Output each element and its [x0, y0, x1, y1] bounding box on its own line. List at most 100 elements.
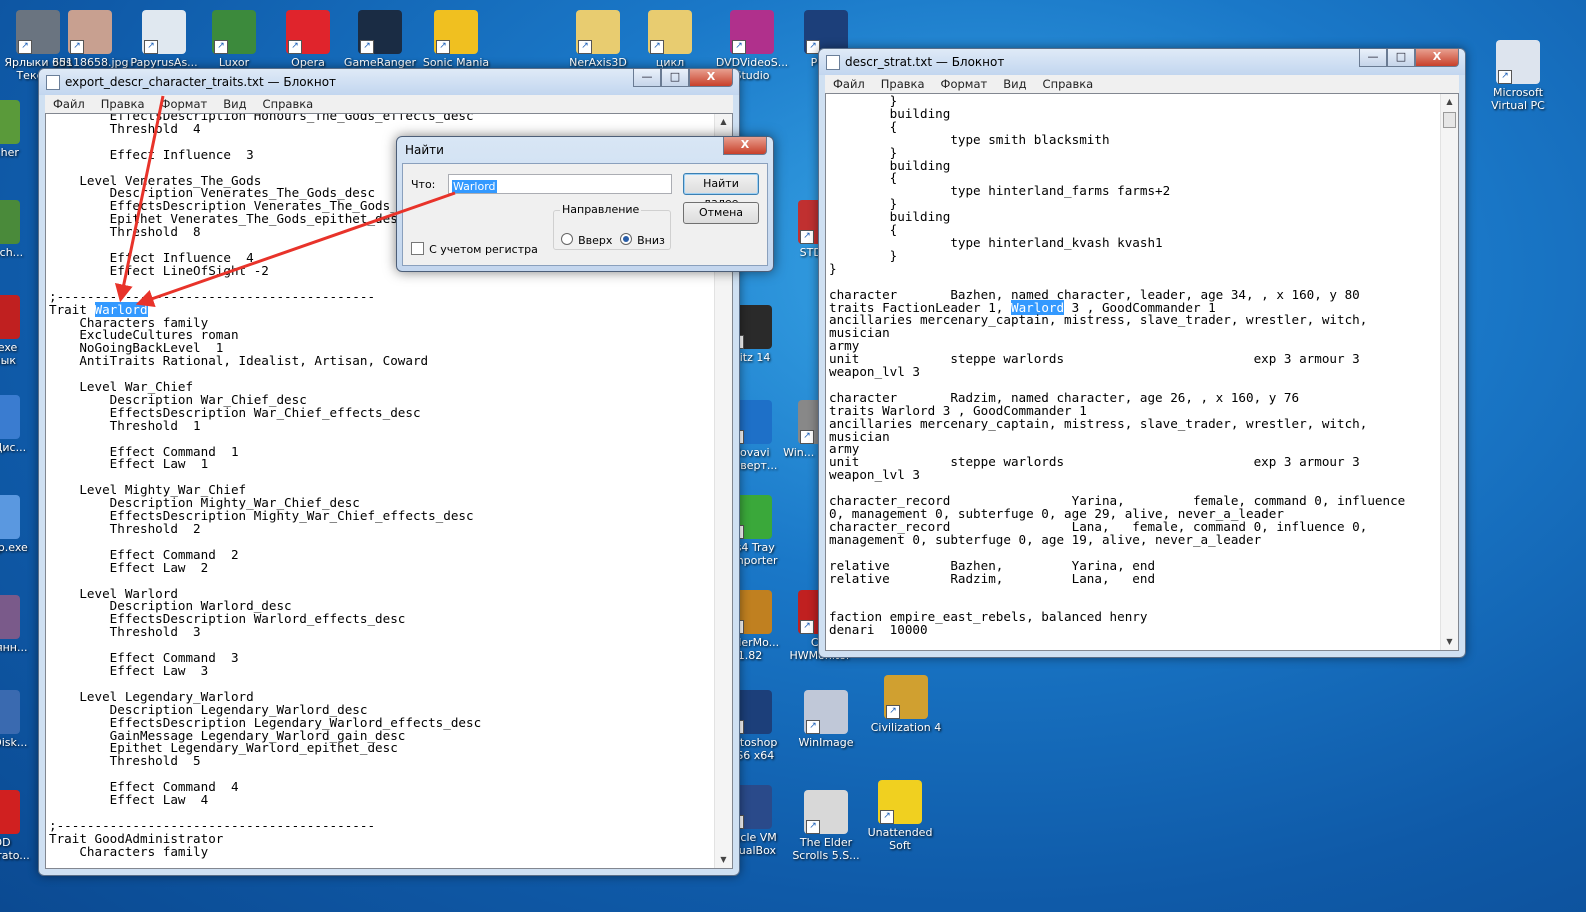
direction-group: Направление Вверх Вниз	[553, 203, 671, 250]
desktop-icon-label: Microsoft Virtual PC	[1491, 86, 1545, 112]
close-button[interactable]: X	[1415, 49, 1459, 67]
close-button[interactable]: X	[689, 69, 733, 87]
desktop-icon[interactable]: ↗HDD ...enerato...	[0, 790, 36, 862]
text-line: weapon_lvl 3	[829, 467, 920, 483]
app-icon: ↗	[0, 495, 20, 539]
shortcut-arrow-icon: ↗	[1498, 70, 1512, 84]
scroll-down-arrow-icon[interactable]: ▼	[1441, 634, 1458, 650]
minimize-button[interactable]: —	[1359, 49, 1387, 67]
app-icon: ↗	[804, 790, 848, 834]
text-editor[interactable]: } building { type smith blacksmith } bui…	[825, 93, 1459, 651]
app-icon: ↗	[0, 595, 20, 639]
notepad-window-strat[interactable]: descr_strat.txt — Блокнот — □ X Файл Прав…	[818, 48, 1466, 658]
app-icon: ↗	[68, 10, 112, 54]
app-icon: ↗	[878, 780, 922, 824]
dialog-close-button[interactable]: X	[723, 137, 767, 155]
shortcut-arrow-icon: ↗	[800, 230, 814, 244]
desktop-icon[interactable]: ↗ Opera	[270, 10, 346, 69]
menu-item-3[interactable]: Вид	[995, 75, 1034, 93]
app-icon: ↗	[576, 10, 620, 54]
menu-bar: Файл Правка Формат Вид Справка	[45, 95, 733, 113]
menu-item-0[interactable]: Файл	[825, 75, 873, 93]
match-case-checkbox[interactable]: С учетом регистра	[411, 238, 538, 257]
desktop-icon-label: The Elder Scrolls 5.S...	[792, 836, 860, 862]
vertical-scrollbar[interactable]: ▲ ▼	[1440, 94, 1458, 650]
text-content[interactable]: } building { type smith blacksmith } bui…	[829, 94, 1440, 637]
search-input[interactable]: Warlord	[448, 174, 672, 194]
desktop-icon[interactable]: ↗ Launch...	[0, 200, 36, 259]
shortcut-arrow-icon: ↗	[880, 810, 894, 824]
text-line: Effect Law 3	[49, 662, 209, 678]
desktop-icon-label: MV.exe ярлык	[0, 341, 18, 367]
search-input-value: Warlord	[452, 180, 497, 193]
menu-item-4[interactable]: Справка	[255, 95, 322, 113]
menu-item-3[interactable]: Вид	[215, 95, 254, 113]
title-bar[interactable]: export_descr_character_traits.txt — Блок…	[39, 69, 739, 95]
desktop-icon-label: Civilization 4	[870, 721, 942, 734]
desktop-icon[interactable]: ↗ ...ымянн...	[0, 595, 36, 654]
radio-selected-icon	[620, 233, 632, 245]
menu-bar: Файл Правка Формат Вид Справка	[825, 75, 1459, 93]
text-line: relative Radzim, Lana, end	[829, 570, 1156, 586]
scroll-thumb[interactable]	[1443, 112, 1456, 128]
shortcut-arrow-icon: ↗	[886, 705, 900, 719]
desktop-icon[interactable]: ↗ Civilization 4	[868, 675, 944, 734]
menu-item-1[interactable]: Правка	[93, 95, 153, 113]
desktop-icon[interactable]: ↗ PapyrusAs...	[126, 10, 202, 69]
radio-icon	[561, 233, 573, 245]
find-dialog[interactable]: Найти X Что: Warlord Найти далее Отмена …	[396, 136, 774, 272]
desktop-icon[interactable]: ↗ MV.exe ярлык	[0, 295, 36, 367]
desktop-icon[interactable]: ↗ NerAxis3D	[560, 10, 636, 69]
desktop-icon[interactable]: ↗ GameRanger	[342, 10, 418, 69]
window-title: export_descr_character_traits.txt — Блок…	[65, 75, 337, 89]
desktop-icon[interactable]: ↗ Microsoft Virtual PC	[1480, 40, 1556, 112]
desktop-icon[interactable]: ↗ ...cexp.exe	[0, 495, 36, 554]
desktop-icon-label: ...cexp.exe	[0, 541, 28, 554]
text-line: Threshold 2	[49, 521, 201, 536]
desktop-icon[interactable]: ↗ Sonic Mania	[418, 10, 494, 69]
direction-down-radio[interactable]: Вниз	[620, 229, 665, 248]
menu-item-1[interactable]: Правка	[873, 75, 933, 93]
shortcut-arrow-icon: ↗	[732, 40, 746, 54]
desktop-icon[interactable]: ↗ Luxor	[196, 10, 272, 69]
maximize-button[interactable]: □	[1387, 49, 1415, 67]
shortcut-arrow-icon: ↗	[650, 40, 664, 54]
app-icon: ↗	[434, 10, 478, 54]
text-line: }	[829, 247, 898, 263]
title-bar[interactable]: descr_strat.txt — Блокнот — □ X	[819, 49, 1465, 75]
desktop-icon[interactable]: ↗ Экс.Дис...	[0, 395, 36, 454]
desktop-icon[interactable]: ↗ WinImage	[788, 690, 864, 749]
shortcut-arrow-icon: ↗	[18, 40, 32, 54]
desktop-icon[interactable]: ↗ 65118658.jpg	[52, 10, 129, 69]
menu-item-2[interactable]: Формат	[933, 75, 996, 93]
scroll-down-arrow-icon[interactable]: ▼	[715, 852, 732, 868]
desktop-icon[interactable]: ↗ Unattended Soft	[862, 780, 938, 852]
direction-label: Направление	[560, 203, 642, 216]
direction-up-radio[interactable]: Вверх	[561, 229, 612, 248]
app-icon: ↗	[0, 295, 20, 339]
find-what-label: Что:	[411, 178, 436, 191]
notepad-icon	[826, 55, 840, 70]
find-next-button[interactable]: Найти далее	[683, 173, 759, 209]
app-icon: ↗	[0, 395, 20, 439]
text-line: Effect Law 1	[49, 456, 209, 472]
maximize-button[interactable]: □	[661, 69, 689, 87]
app-icon: ↗	[0, 690, 20, 734]
app-icon: ↗	[648, 10, 692, 54]
desktop-icon[interactable]: ↗ ...ncher	[0, 100, 36, 159]
desktop-icon[interactable]: ↗ цикл	[632, 10, 708, 69]
scroll-up-arrow-icon[interactable]: ▲	[1441, 94, 1458, 110]
dialog-title: Найти	[405, 143, 444, 157]
shortcut-arrow-icon: ↗	[806, 720, 820, 734]
desktop-icon[interactable]: ↗ ...talDisk...	[0, 690, 36, 749]
app-icon: ↗	[286, 10, 330, 54]
menu-item-4[interactable]: Справка	[1035, 75, 1102, 93]
shortcut-arrow-icon: ↗	[800, 620, 814, 634]
minimize-button[interactable]: —	[633, 69, 661, 87]
scroll-up-arrow-icon[interactable]: ▲	[715, 114, 732, 130]
menu-item-0[interactable]: Файл	[45, 95, 93, 113]
cancel-button[interactable]: Отмена	[683, 202, 759, 224]
desktop-icon[interactable]: ↗ The Elder Scrolls 5.S...	[788, 790, 864, 862]
menu-item-2[interactable]: Формат	[153, 95, 216, 113]
app-icon: ↗	[212, 10, 256, 54]
